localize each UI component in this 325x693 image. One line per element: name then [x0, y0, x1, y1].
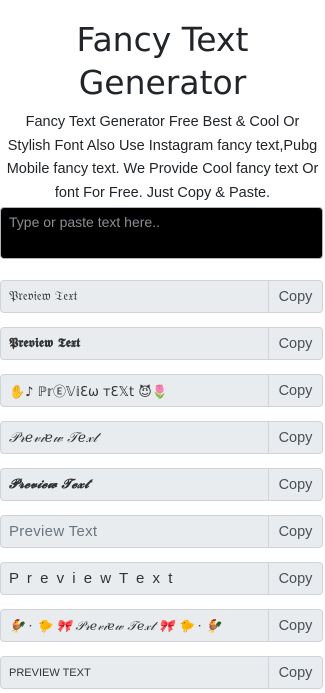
copy-button[interactable]: Copy [268, 516, 322, 547]
page-description: Fancy Text Generator Free Best & Cool Or… [6, 114, 319, 201]
preview-text: PREVIEW TEXT [9, 666, 91, 679]
preview-text: P r e v i e w T e x t [9, 570, 175, 587]
result-row: PREVIEW TEXT Copy [0, 656, 323, 689]
copy-button[interactable]: Copy [268, 610, 322, 641]
text-input-container [0, 207, 323, 259]
preview-text: 𝔓𝔯𝔢𝔳𝔦𝔢𝔴 𝔗𝔢𝔵𝔱 [9, 289, 78, 304]
copy-button[interactable]: Copy [268, 469, 322, 500]
preview-text: 𝒫𝓇𝑒𝓋𝒾𝑒𝓌 𝒯𝑒𝓍𝓉 [9, 429, 98, 446]
preview-text: 🐓 · 🐤 🎀 𝒫𝓇𝑒𝓋𝒾𝑒𝓌 𝒯𝑒𝓍𝓉 🎀 🐤 · 🐓 [9, 617, 222, 633]
copy-button[interactable]: Copy [268, 281, 322, 312]
result-row: 𝒫𝓇𝑒𝓋𝒾𝑒𝓌 𝒯𝑒𝓍𝓉 Copy [0, 421, 323, 454]
result-row: 𝔓𝔯𝔢𝔳𝔦𝔢𝔴 𝔗𝔢𝔵𝔱 Copy [0, 280, 323, 313]
copy-button[interactable]: Copy [268, 657, 322, 688]
copy-button[interactable]: Copy [268, 422, 322, 453]
preview-text: 𝓟𝓻𝓮𝓿𝓲𝓮𝔀 𝓣𝓮𝔁𝓽 [9, 477, 90, 492]
preview-text: Preview Text [9, 523, 98, 540]
page: Fancy Text Generator Fancy Text Generato… [0, 0, 325, 693]
preview-text: ✋♪ ℙ𝕣Ⓔ𝕍𝕚Ɛω тƐ𝕏t 😈🌷 [9, 385, 168, 400]
page-title: Fancy Text Generator [76, 20, 249, 102]
result-row: 𝓟𝓻𝓮𝓿𝓲𝓮𝔀 𝓣𝓮𝔁𝓽 Copy [0, 468, 323, 501]
result-row: P r e v i e w T e x t Copy [0, 562, 323, 595]
result-row: 🐓 · 🐤 🎀 𝒫𝓇𝑒𝓋𝒾𝑒𝓌 𝒯𝑒𝓍𝓉 🎀 🐤 · 🐓 Copy [0, 609, 323, 642]
copy-button[interactable]: Copy [268, 563, 322, 594]
preview-text: 𝕻𝖗𝖊𝖛𝖎𝖊𝖜 𝕿𝖊𝖝𝖙 [9, 336, 81, 351]
copy-button[interactable]: Copy [268, 328, 322, 359]
copy-button[interactable]: Copy [268, 375, 322, 406]
result-row: Preview Text Copy [0, 515, 323, 548]
results-list: 𝔓𝔯𝔢𝔳𝔦𝔢𝔴 𝔗𝔢𝔵𝔱 Copy 𝕻𝖗𝖊𝖛𝖎𝖊𝖜 𝕿𝖊𝖝𝖙 Copy ✋♪ ℙ… [0, 280, 323, 693]
text-input[interactable] [9, 214, 314, 252]
result-row: ✋♪ ℙ𝕣Ⓔ𝕍𝕚Ɛω тƐ𝕏t 😈🌷 Copy [0, 374, 323, 407]
result-row: 𝕻𝖗𝖊𝖛𝖎𝖊𝖜 𝕿𝖊𝖝𝖙 Copy [0, 327, 323, 360]
